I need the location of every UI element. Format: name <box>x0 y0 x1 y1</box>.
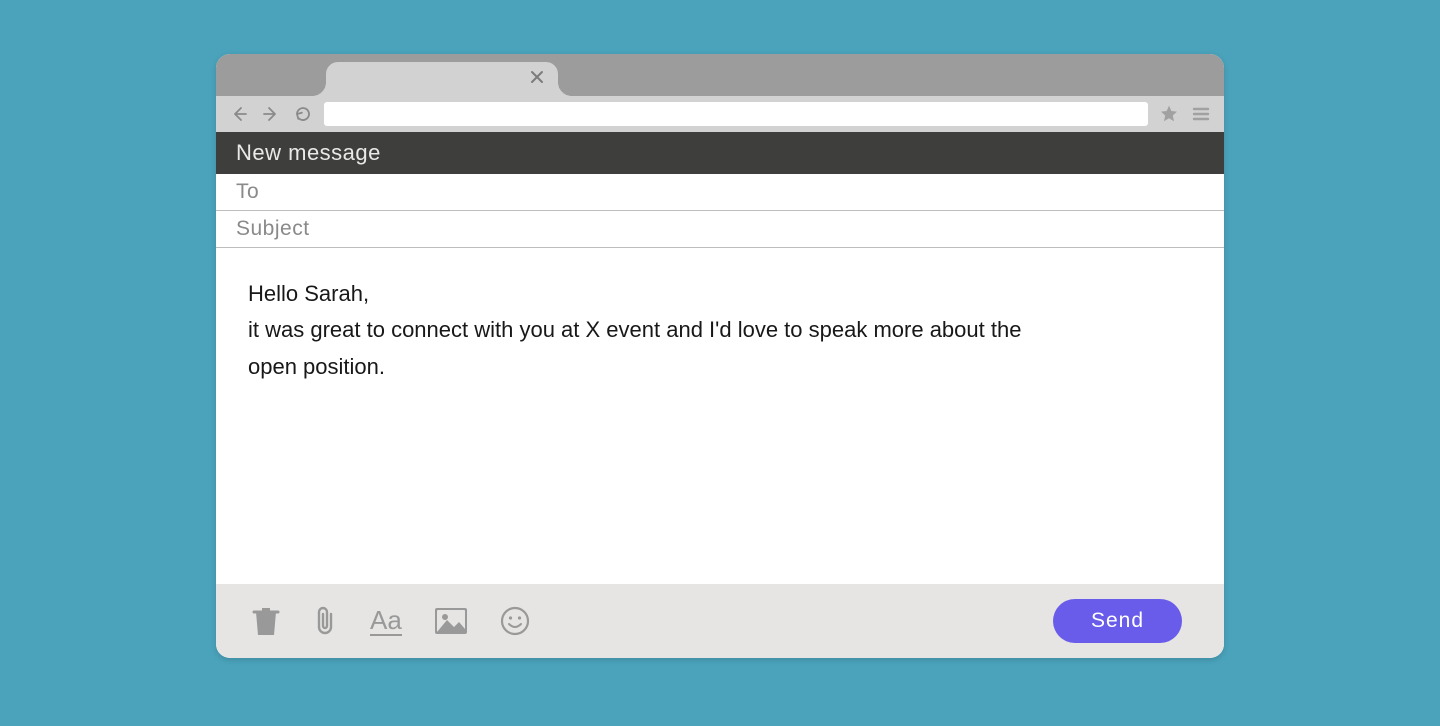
star-icon[interactable] <box>1158 103 1180 125</box>
image-icon[interactable] <box>434 607 468 635</box>
browser-tab[interactable] <box>326 62 558 96</box>
menu-icon[interactable] <box>1190 103 1212 125</box>
forward-icon[interactable] <box>260 103 282 125</box>
close-tab-icon[interactable] <box>530 70 544 89</box>
browser-toolbar <box>216 96 1224 132</box>
url-bar[interactable] <box>324 102 1148 126</box>
reload-icon[interactable] <box>292 103 314 125</box>
subject-field-row[interactable]: Subject <box>216 211 1224 248</box>
emoji-icon[interactable] <box>500 606 530 636</box>
body-line: Hello Sarah, <box>248 276 1064 312</box>
to-field-row[interactable]: To <box>216 174 1224 211</box>
browser-titlebar <box>216 54 1224 96</box>
browser-window: New message To Subject Hello Sarah, it w… <box>216 54 1224 658</box>
text-format-icon[interactable]: Aa <box>370 607 402 636</box>
compose-toolbar: Aa Send <box>216 584 1224 658</box>
email-body[interactable]: Hello Sarah, it was great to connect wit… <box>216 248 1096 584</box>
send-button[interactable]: Send <box>1053 599 1182 643</box>
compose-title: New message <box>216 132 1224 174</box>
to-label: To <box>236 180 259 203</box>
trash-icon[interactable] <box>252 605 280 637</box>
body-line: it was great to connect with you at X ev… <box>248 312 1064 385</box>
paperclip-icon[interactable] <box>312 605 338 637</box>
subject-label: Subject <box>236 217 310 240</box>
back-icon[interactable] <box>228 103 250 125</box>
